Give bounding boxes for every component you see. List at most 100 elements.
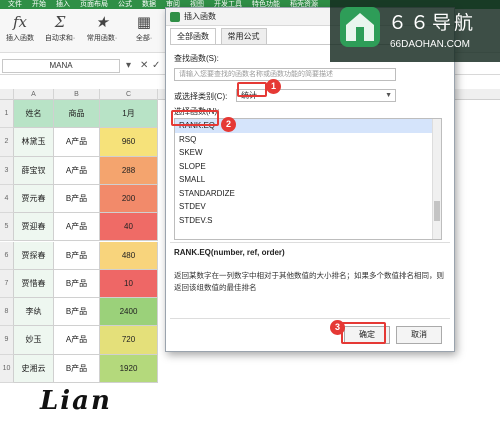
house-icon	[340, 7, 380, 47]
table-cell[interactable]: 10	[100, 269, 158, 299]
app-icon	[170, 12, 180, 22]
autosum-label: 自动求和·	[44, 35, 76, 42]
table-cell[interactable]: 480	[100, 241, 158, 270]
col-header-a[interactable]: A	[14, 89, 54, 100]
insert-function-button[interactable]: fx 插入函数	[2, 11, 38, 43]
function-item[interactable]: STDEV	[175, 200, 441, 214]
function-signature: RANK.EQ(number, ref, order)	[174, 248, 285, 257]
table-cell[interactable]: 200	[100, 184, 158, 214]
table-cell[interactable]: 薛宝钗	[14, 156, 54, 185]
menu-item[interactable]: 数据	[142, 1, 156, 8]
menu-item[interactable]: 页面布局	[80, 1, 108, 8]
row-header[interactable]: 5	[0, 213, 14, 242]
step-badge-2: 2	[221, 117, 236, 132]
insert-function-label: 插入函数	[6, 35, 34, 42]
logo-title: ６６导航	[388, 13, 477, 34]
table-cell[interactable]: B产品	[54, 269, 100, 299]
table-cell[interactable]: 720	[100, 326, 158, 355]
row-header[interactable]: 10	[0, 354, 14, 383]
site-logo: ６６导航 66DAOHAN.COM	[330, 0, 500, 62]
table-cell[interactable]: 贾元春	[14, 184, 54, 214]
table-cell[interactable]: A产品	[54, 326, 100, 355]
table-cell[interactable]: 288	[100, 156, 158, 185]
row-header[interactable]: 9	[0, 326, 14, 355]
scrollbar-thumb[interactable]	[434, 201, 440, 221]
menu-item[interactable]: 开始	[32, 1, 46, 8]
grid-icon: ▦	[136, 13, 152, 31]
row-header[interactable]: 1	[0, 100, 14, 129]
row-header[interactable]: 8	[0, 298, 14, 327]
row-header[interactable]: 7	[0, 269, 14, 299]
button-divider	[170, 318, 450, 319]
table-cell[interactable]: B产品	[54, 354, 100, 383]
step-badge-1: 1	[266, 79, 281, 94]
sigma-icon: Σ	[54, 13, 66, 31]
function-item[interactable]: SMALL	[175, 173, 441, 187]
row-header[interactable]: 6	[0, 241, 14, 270]
category-label: 或选择类别(C):	[174, 92, 228, 101]
table-cell[interactable]: 贾惜春	[14, 269, 54, 299]
table-cell[interactable]: B产品	[54, 184, 100, 214]
category-highlight	[237, 82, 267, 97]
table-cell[interactable]: A产品	[54, 156, 100, 185]
function-list[interactable]: RANK.EQ RSQ SKEW SLOPE SMALL STANDARDIZE STDEV…	[174, 118, 442, 240]
chevron-down-icon: ▼	[385, 92, 392, 99]
function-items: RANK.EQ RSQ SKEW SLOPE SMALL STANDARDIZE STDEV…	[175, 119, 441, 227]
menu-item[interactable]: 插入	[56, 1, 70, 8]
name-box[interactable]: MANA	[2, 59, 120, 73]
fx-icon: fx	[12, 13, 27, 31]
table-cell[interactable]: 960	[100, 128, 158, 157]
row-header[interactable]: 4	[0, 184, 14, 214]
tab-common-formulas[interactable]: 常用公式	[220, 28, 267, 44]
star-icon: ★	[95, 13, 109, 31]
row-header[interactable]: 2	[0, 128, 14, 157]
function-item[interactable]: STANDARDIZE	[175, 187, 441, 201]
ok-highlight	[341, 322, 386, 344]
autosum-button[interactable]: Σ 自动求和·	[42, 11, 78, 43]
header-cell[interactable]: 商品	[54, 100, 100, 129]
header-cell[interactable]: 姓名	[14, 100, 54, 129]
table-cell[interactable]: 李纨	[14, 298, 54, 327]
cancel-icon[interactable]: ✕	[140, 60, 148, 71]
list-divider	[170, 242, 450, 243]
menu-item[interactable]: 公式	[118, 1, 132, 8]
table-cell[interactable]: 林黛玉	[14, 128, 54, 157]
function-search-input[interactable]: 请输入您要查找的函数名称或函数功能的简要描述	[174, 68, 396, 81]
table-cell[interactable]: A产品	[54, 128, 100, 157]
dropdown-icon[interactable]: ▾	[126, 60, 131, 71]
table-cell[interactable]: B产品	[54, 241, 100, 270]
table-cell[interactable]: 妙玉	[14, 326, 54, 355]
menu-item[interactable]: 文件	[8, 1, 22, 8]
row-header[interactable]: 3	[0, 156, 14, 185]
table-cell[interactable]: 贾探春	[14, 241, 54, 270]
table-cell[interactable]: 40	[100, 213, 158, 242]
col-header-c[interactable]: C	[100, 89, 158, 100]
table-cell[interactable]: 2400	[100, 298, 158, 327]
function-item[interactable]: STDEV.S	[175, 214, 441, 228]
signature-watermark: Lian	[40, 386, 112, 416]
all-functions-button[interactable]: ▦ 全部·	[126, 11, 162, 43]
step-badge-3: 3	[330, 320, 345, 335]
list-scrollbar[interactable]	[432, 119, 441, 239]
tab-all-functions[interactable]: 全部函数	[170, 28, 216, 44]
search-label: 查找函数(S):	[174, 54, 219, 63]
function-item[interactable]: SKEW	[175, 146, 441, 160]
table-cell[interactable]: 1920	[100, 354, 158, 383]
function-item[interactable]: SLOPE	[175, 160, 441, 174]
col-header-b[interactable]: B	[54, 89, 100, 100]
table-cell[interactable]: 史湘云	[14, 354, 54, 383]
function-item[interactable]: RSQ	[175, 133, 441, 147]
table-cell[interactable]: B产品	[54, 298, 100, 327]
dialog-tabs: 全部函数 常用公式	[170, 28, 269, 44]
function-description: 返回某数字在一列数字中相对于其他数值的大小排名；如果多个数值排名相同，则返回该组…	[174, 271, 444, 292]
header-cell[interactable]: 1月	[100, 100, 158, 129]
common-functions-button[interactable]: ★ 常用函数·	[84, 11, 120, 43]
logo-subtitle: 66DAOHAN.COM	[390, 39, 471, 50]
corner-cell[interactable]	[0, 89, 14, 100]
confirm-icon[interactable]: ✓	[152, 60, 160, 71]
all-functions-label: 全部·	[135, 35, 153, 42]
rank-eq-highlight	[171, 110, 219, 126]
cancel-button[interactable]: 取消	[396, 326, 442, 344]
table-cell[interactable]: A产品	[54, 213, 100, 242]
table-cell[interactable]: 贾迎春	[14, 213, 54, 242]
